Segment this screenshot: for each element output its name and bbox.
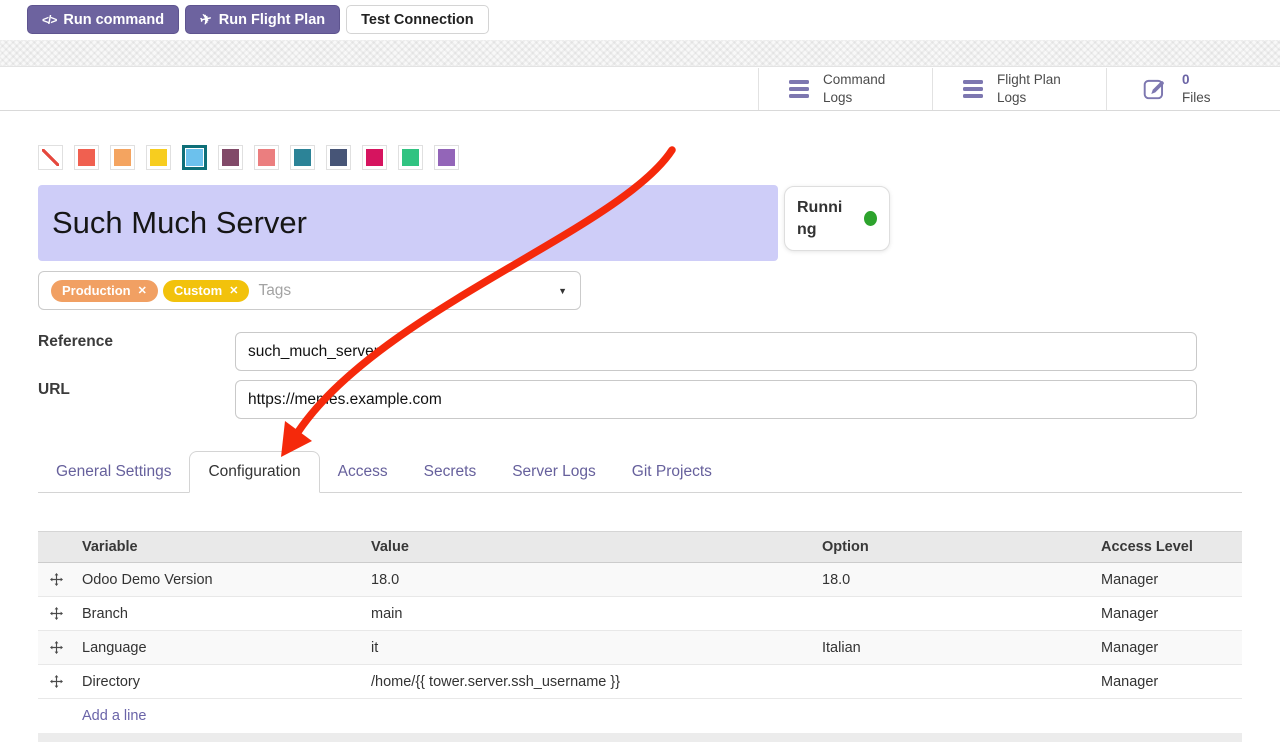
status-label: Running xyxy=(797,197,849,240)
tag-custom-label: Custom xyxy=(174,283,222,298)
server-name-value: Such Much Server xyxy=(52,205,307,241)
files-label: 0 Files xyxy=(1182,71,1211,106)
cell-option[interactable]: 18.0 xyxy=(814,572,1093,588)
server-name-input[interactable]: Such Much Server xyxy=(38,185,778,261)
drag-handle-icon[interactable] xyxy=(38,607,74,620)
form-header: Command Logs Flight Plan Logs xyxy=(0,68,1280,111)
reference-input[interactable] xyxy=(235,332,1197,371)
variables-table: Variable Value Option Access Level Odoo … xyxy=(38,531,1242,742)
flight-plan-logs-label: Flight Plan Logs xyxy=(997,71,1061,106)
cell-variable[interactable]: Odoo Demo Version xyxy=(74,572,363,588)
tag-custom: Custom ✕ xyxy=(163,280,250,302)
swatch-fuchsia[interactable] xyxy=(362,145,387,170)
color-picker xyxy=(38,145,459,170)
tags-field[interactable]: Production ✕ Custom ✕ Tags ▼ xyxy=(38,271,581,310)
swatch-dark-blue[interactable] xyxy=(326,145,351,170)
tags-placeholder: Tags xyxy=(258,282,291,300)
swatch-teal[interactable] xyxy=(290,145,315,170)
swatch-purple[interactable] xyxy=(434,145,459,170)
cell-value[interactable]: 18.0 xyxy=(363,572,814,588)
add-line-row: Add a line xyxy=(38,699,1242,733)
swatch-light-blue-selected[interactable] xyxy=(182,145,207,170)
swatch-dark-purple[interactable] xyxy=(218,145,243,170)
tab-general-settings[interactable]: General Settings xyxy=(38,451,189,492)
test-connection-label: Test Connection xyxy=(361,12,474,28)
url-input[interactable] xyxy=(235,380,1197,419)
cell-access[interactable]: Manager xyxy=(1093,640,1242,656)
swatch-salmon[interactable] xyxy=(254,145,279,170)
cell-variable[interactable]: Branch xyxy=(74,606,363,622)
list-icon xyxy=(963,80,983,98)
table-row[interactable]: Odoo Demo Version 18.0 18.0 Manager xyxy=(38,563,1242,597)
tab-server-logs[interactable]: Server Logs xyxy=(494,451,614,492)
list-icon xyxy=(789,80,809,98)
status-badge: Running xyxy=(784,186,890,251)
page: </> Run command ✈ Run Flight Plan Test C… xyxy=(0,0,1280,742)
column-variable: Variable xyxy=(74,539,363,555)
drag-handle-icon[interactable] xyxy=(38,675,74,688)
table-footer-strip xyxy=(38,733,1242,742)
breadcrumb-strip xyxy=(0,40,1280,67)
tab-access[interactable]: Access xyxy=(320,451,406,492)
cell-option[interactable]: Italian xyxy=(814,640,1093,656)
run-command-button[interactable]: </> Run command xyxy=(27,5,179,34)
reference-label: Reference xyxy=(38,333,113,351)
swatch-orange[interactable] xyxy=(110,145,135,170)
table-row[interactable]: Branch main Manager xyxy=(38,597,1242,631)
run-flight-plan-button[interactable]: ✈ Run Flight Plan xyxy=(185,5,340,34)
drag-handle-icon[interactable] xyxy=(38,641,74,654)
column-value: Value xyxy=(363,539,814,555)
plane-icon: ✈ xyxy=(198,10,213,29)
tag-production-remove-icon[interactable]: ✕ xyxy=(138,284,147,297)
column-option: Option xyxy=(814,539,1093,555)
tab-git-projects[interactable]: Git Projects xyxy=(614,451,730,492)
column-access-level: Access Level xyxy=(1093,539,1242,555)
cell-variable[interactable]: Directory xyxy=(74,674,363,690)
run-flight-plan-label: Run Flight Plan xyxy=(219,12,325,28)
swatch-no-color[interactable] xyxy=(38,145,63,170)
command-logs-button[interactable]: Command Logs xyxy=(758,68,932,110)
cell-access[interactable]: Manager xyxy=(1093,606,1242,622)
action-toolbar: </> Run command ✈ Run Flight Plan Test C… xyxy=(27,5,489,34)
tag-production-label: Production xyxy=(62,283,131,298)
swatch-green[interactable] xyxy=(398,145,423,170)
edit-file-icon xyxy=(1142,76,1168,102)
code-icon: </> xyxy=(42,13,56,27)
swatch-yellow[interactable] xyxy=(146,145,171,170)
cell-variable[interactable]: Language xyxy=(74,640,363,656)
run-command-label: Run command xyxy=(63,12,164,28)
cell-value[interactable]: it xyxy=(363,640,814,656)
url-label: URL xyxy=(38,381,70,399)
flight-plan-logs-button[interactable]: Flight Plan Logs xyxy=(932,68,1106,110)
swatch-red[interactable] xyxy=(74,145,99,170)
tag-custom-remove-icon[interactable]: ✕ xyxy=(229,284,238,297)
table-row[interactable]: Language it Italian Manager xyxy=(38,631,1242,665)
cell-access[interactable]: Manager xyxy=(1093,572,1242,588)
tab-secrets[interactable]: Secrets xyxy=(406,451,495,492)
tag-production: Production ✕ xyxy=(51,280,158,302)
test-connection-button[interactable]: Test Connection xyxy=(346,5,489,34)
tab-configuration[interactable]: Configuration xyxy=(189,451,319,493)
files-button[interactable]: 0 Files xyxy=(1106,68,1280,110)
cell-value[interactable]: /home/{{ tower.server.ssh_username }} xyxy=(363,674,814,690)
stat-button-box: Command Logs Flight Plan Logs xyxy=(758,68,1280,110)
notebook-tabs: General Settings Configuration Access Se… xyxy=(38,451,1242,493)
status-dot xyxy=(864,211,877,226)
table-row[interactable]: Directory /home/{{ tower.server.ssh_user… xyxy=(38,665,1242,699)
drag-handle-icon[interactable] xyxy=(38,573,74,586)
table-header-row: Variable Value Option Access Level xyxy=(38,531,1242,563)
cell-access[interactable]: Manager xyxy=(1093,674,1242,690)
chevron-down-icon[interactable]: ▼ xyxy=(558,286,567,296)
cell-value[interactable]: main xyxy=(363,606,814,622)
command-logs-label: Command Logs xyxy=(823,71,885,106)
add-a-line-link[interactable]: Add a line xyxy=(74,708,1242,724)
